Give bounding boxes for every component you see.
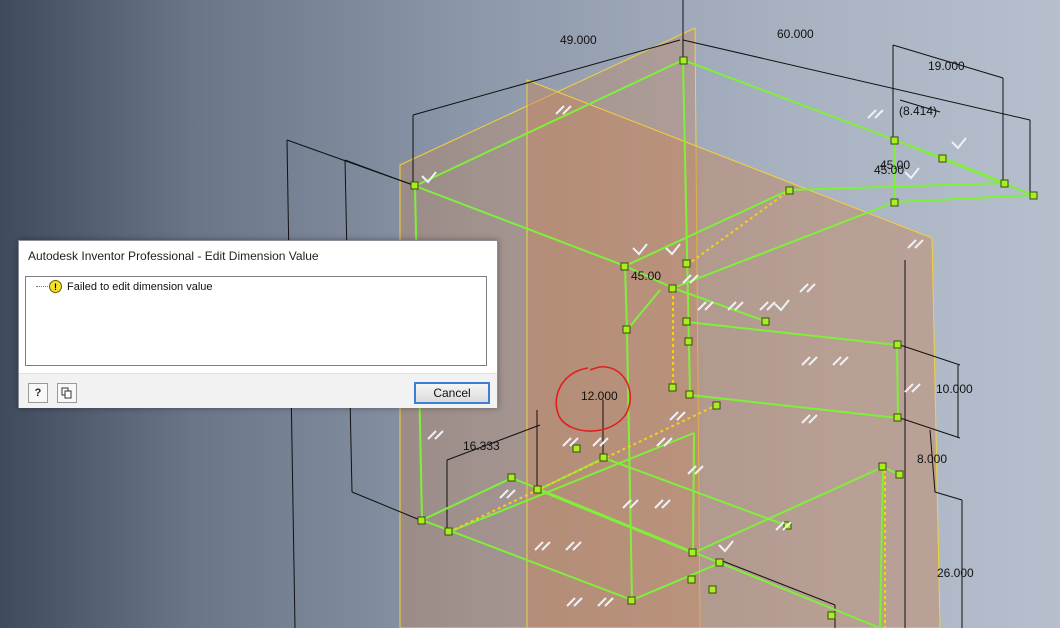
dimension-45-b[interactable]: 45.00 <box>874 163 904 177</box>
help-icon: ? <box>34 387 42 399</box>
dimension-8[interactable]: 8.000 <box>917 452 947 466</box>
copy-icon <box>61 387 72 399</box>
copy-button[interactable] <box>57 383 77 403</box>
dimension-49[interactable]: 49.000 <box>560 33 597 47</box>
message-panel: ! Failed to edit dimension value <box>25 276 487 366</box>
edit-dimension-dialog: Autodesk Inventor Professional - Edit Di… <box>18 240 498 408</box>
dialog-button-bar: ? Cancel <box>19 373 497 408</box>
dimension-8-414[interactable]: (8.414) <box>899 104 937 118</box>
dimension-16-333[interactable]: 16.333 <box>463 439 500 453</box>
warning-icon: ! <box>49 280 62 293</box>
dimension-10[interactable]: 10.000 <box>936 382 973 396</box>
message-row[interactable]: ! Failed to edit dimension value <box>36 280 213 293</box>
dimension-19[interactable]: 19.000 <box>928 59 965 73</box>
dimension-12[interactable]: 12.000 <box>581 389 618 403</box>
dialog-title: Autodesk Inventor Professional - Edit Di… <box>28 249 319 263</box>
dimension-26[interactable]: 26.000 <box>937 566 974 580</box>
cancel-button[interactable]: Cancel <box>414 382 490 404</box>
help-button[interactable]: ? <box>28 383 48 403</box>
tree-connector <box>36 286 48 287</box>
dimension-45-c[interactable]: 45.00 <box>631 269 661 283</box>
error-message: Failed to edit dimension value <box>67 280 213 293</box>
dimension-60[interactable]: 60.000 <box>777 27 814 41</box>
